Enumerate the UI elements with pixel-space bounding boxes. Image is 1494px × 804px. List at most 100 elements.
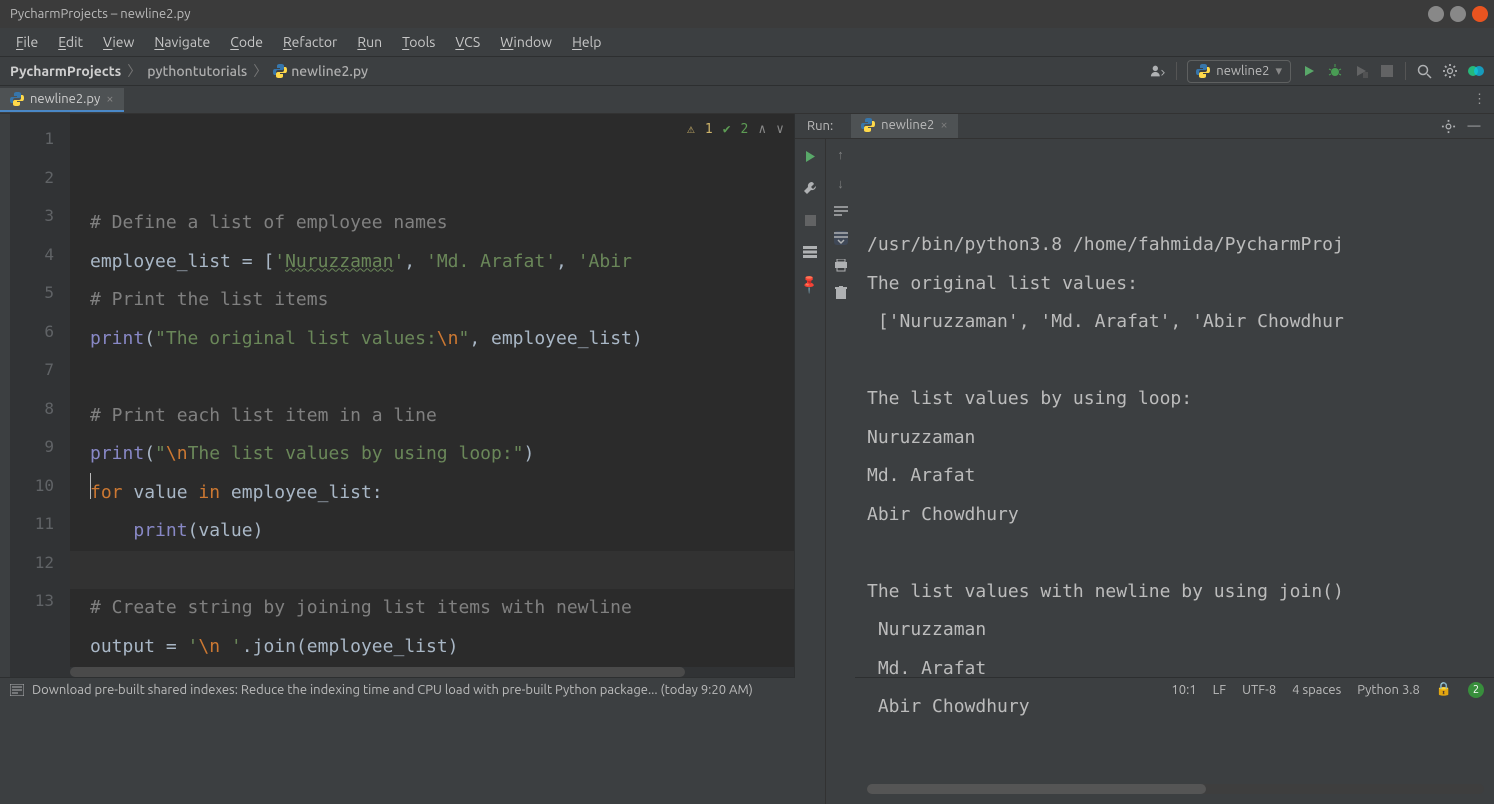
wrench-icon[interactable] — [801, 179, 819, 197]
run-toolbar-mid: ↑ ↓ — [825, 139, 855, 804]
window-close-button[interactable] — [1472, 6, 1488, 22]
line-number[interactable]: 4 — [10, 236, 70, 275]
trash-icon[interactable] — [835, 286, 847, 300]
debug-button[interactable] — [1327, 63, 1343, 79]
console-line — [867, 342, 1494, 381]
breadcrumb-item[interactable]: PycharmProjects — [10, 63, 121, 79]
stop-button[interactable] — [801, 211, 819, 229]
user-icon[interactable] — [1150, 63, 1166, 79]
print-icon[interactable] — [834, 259, 848, 272]
editor-horizontal-scrollbar[interactable] — [70, 667, 794, 677]
menu-run[interactable]: Run — [349, 32, 390, 52]
code-line[interactable]: print("\nThe list values by using loop:"… — [70, 435, 794, 474]
python-icon — [1196, 64, 1210, 78]
breadcrumb[interactable]: PycharmProjects〉pythontutorials〉newline2… — [10, 61, 368, 81]
line-number[interactable]: 7 — [10, 351, 70, 390]
menu-edit[interactable]: Edit — [50, 32, 91, 52]
up-icon[interactable]: ↑ — [837, 147, 844, 162]
line-number[interactable]: 12 — [10, 544, 70, 583]
line-number[interactable]: 1 — [10, 120, 70, 159]
gear-icon[interactable] — [1442, 63, 1458, 79]
breadcrumb-separator: 〉 — [253, 61, 267, 81]
code-line[interactable]: print(value) — [70, 512, 794, 551]
chevron-down-icon: ▾ — [1275, 64, 1282, 79]
hide-icon[interactable]: — — [1466, 118, 1482, 134]
coverage-button[interactable] — [1353, 63, 1369, 79]
event-log-icon[interactable] — [10, 684, 24, 696]
line-number[interactable]: 11 — [10, 505, 70, 544]
chevron-down-icon[interactable]: ∨ — [776, 122, 784, 137]
line-number[interactable]: 9 — [10, 428, 70, 467]
console-line: The original list values: — [867, 265, 1494, 304]
menu-tools[interactable]: Tools — [394, 32, 443, 52]
search-icon[interactable] — [1416, 63, 1432, 79]
warning-icon[interactable]: ⚠ — [687, 122, 695, 137]
pin-icon[interactable]: 📌 — [801, 275, 819, 293]
menu-vcs[interactable]: VCS — [447, 32, 488, 52]
line-number[interactable]: 2 — [10, 159, 70, 198]
breadcrumb-item[interactable]: pythontutorials — [147, 63, 247, 79]
down-icon[interactable]: ↓ — [837, 176, 844, 191]
inspection-badges[interactable]: ⚠1 ✔2 ∧ ∨ — [687, 122, 784, 137]
text-caret — [90, 473, 91, 499]
close-icon[interactable]: × — [106, 92, 113, 106]
scroll-to-end-icon[interactable] — [834, 231, 848, 245]
menu-code[interactable]: Code — [222, 32, 271, 52]
console-output[interactable]: /usr/bin/python3.8 /home/fahmida/Pycharm… — [855, 139, 1494, 804]
code-editor[interactable]: ⚠1 ✔2 ∧ ∨ # Define a list of employee na… — [70, 114, 794, 667]
console-horizontal-scrollbar[interactable] — [867, 784, 1484, 794]
menu-refactor[interactable]: Refactor — [275, 32, 345, 52]
code-line[interactable]: print("The original list values:\n", emp… — [70, 320, 794, 359]
python-icon — [273, 64, 287, 78]
soft-wrap-icon[interactable] — [834, 205, 848, 217]
console-line: Md. Arafat — [867, 457, 1494, 496]
breadcrumb-item[interactable]: newline2.py — [273, 63, 368, 79]
code-line[interactable]: # Print the list items — [70, 281, 794, 320]
rerun-button[interactable] — [801, 147, 819, 165]
code-line[interactable]: employee_list = ['Nuruzzaman', 'Md. Araf… — [70, 243, 794, 282]
window-maximize-button[interactable] — [1450, 6, 1466, 22]
menu-window[interactable]: Window — [492, 32, 560, 52]
code-line[interactable]: # Create string by joining list items wi… — [70, 589, 794, 628]
run-toolbar-left: 📌 — [795, 139, 825, 804]
line-number[interactable]: 8 — [10, 390, 70, 429]
editor-tab[interactable]: newline2.py × — [0, 88, 124, 112]
python-icon — [861, 118, 875, 132]
chevron-up-icon[interactable]: ∧ — [758, 122, 766, 137]
typo-icon[interactable]: ✔ — [723, 122, 731, 137]
console-line: /usr/bin/python3.8 /home/fahmida/Pycharm… — [867, 226, 1494, 265]
console-line: ['Nuruzzaman', 'Md. Arafat', 'Abir Chowd… — [867, 303, 1494, 342]
menu-file[interactable]: File — [8, 32, 46, 52]
menu-navigate[interactable]: Navigate — [146, 32, 218, 52]
console-line: The list values with newline by using jo… — [867, 573, 1494, 612]
menu-help[interactable]: Help — [564, 32, 609, 52]
run-tab[interactable]: newline2 × — [851, 114, 958, 138]
line-number[interactable]: 5 — [10, 274, 70, 313]
code-line[interactable]: # Print each list item in a line — [70, 397, 794, 436]
console-line: Nuruzzaman — [867, 419, 1494, 458]
line-number[interactable]: 10 — [10, 467, 70, 506]
line-number[interactable]: 3 — [10, 197, 70, 236]
gear-icon[interactable] — [1440, 118, 1456, 134]
code-line[interactable] — [70, 551, 794, 590]
breadcrumb-item[interactable]: newline2.py — [291, 63, 368, 79]
code-line[interactable]: for value in employee_list: — [70, 474, 794, 513]
code-line[interactable] — [70, 358, 794, 397]
line-number[interactable]: 6 — [10, 313, 70, 352]
line-number[interactable]: 13 — [10, 582, 70, 621]
close-icon[interactable]: × — [940, 118, 947, 132]
menu-view[interactable]: View — [95, 32, 142, 52]
more-icon[interactable]: ⋮ — [1465, 92, 1494, 107]
logo-icon[interactable] — [1468, 63, 1484, 79]
layout-icon[interactable] — [801, 243, 819, 261]
code-line[interactable]: # Define a list of employee names — [70, 204, 794, 243]
window-minimize-button[interactable] — [1428, 6, 1444, 22]
run-config-selector[interactable]: newline2 ▾ — [1187, 60, 1291, 83]
line-gutter[interactable]: 12345678910111213 — [10, 114, 70, 677]
status-message[interactable]: Download pre-built shared indexes: Reduc… — [32, 683, 753, 697]
navbar: PycharmProjects〉pythontutorials〉newline2… — [0, 56, 1494, 86]
console-line: Abir Chowdhury — [867, 496, 1494, 535]
stop-button[interactable] — [1379, 63, 1395, 79]
run-button[interactable] — [1301, 63, 1317, 79]
code-line[interactable]: output = '\n '.join(employee_list) — [70, 628, 794, 667]
